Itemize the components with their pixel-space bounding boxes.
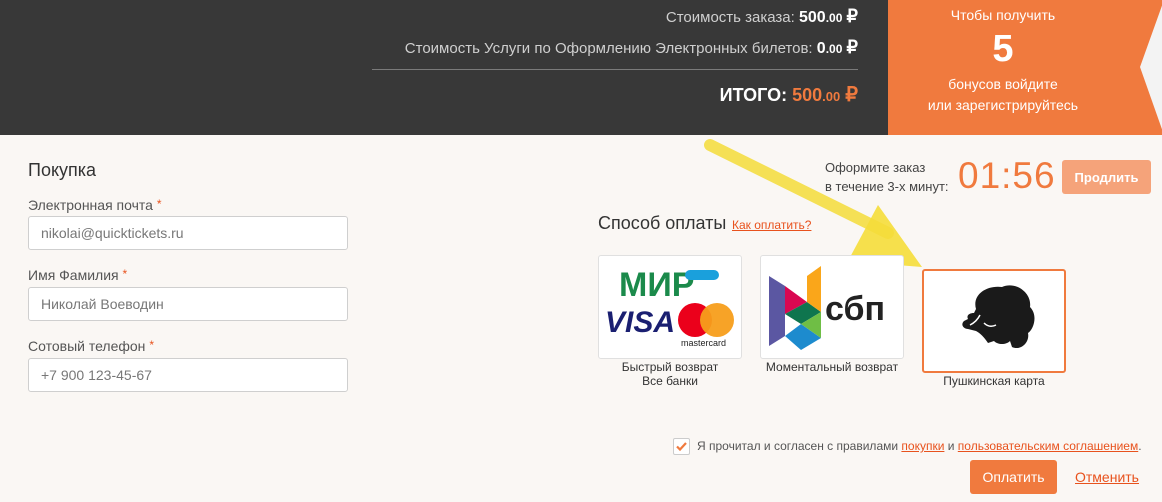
total-amount: 500.00 (792, 85, 841, 105)
required-mark: * (149, 338, 154, 352)
agreement-text: Я прочитал и согласен с правилами покупк… (697, 439, 1142, 453)
ruble-sign: ₽ (846, 6, 858, 26)
email-label: Электронная почта * (28, 197, 162, 213)
payment-method-sbp[interactable]: сбп (760, 255, 904, 359)
payment-title: Способ оплаты (598, 213, 727, 233)
name-field[interactable] (28, 287, 348, 321)
total-label: ИТОГО: (719, 85, 788, 105)
bonus-text-bottom: бонусов войдите или зарегистрируйтесь (927, 76, 1079, 113)
name-label: Имя Фамилия * (28, 267, 128, 283)
payment-method-pushkin-label: Пушкинская карта (943, 374, 1045, 388)
pay-button[interactable]: Оплатить (970, 460, 1057, 494)
payment-method-cards-label: Быстрый возврат Все банки (621, 360, 719, 388)
total-row: ИТОГО: 500.00 ₽ (720, 82, 858, 107)
bonus-text-top: Чтобы получить (950, 7, 1056, 23)
ruble-sign: ₽ (846, 37, 858, 57)
purchase-title: Покупка (28, 160, 97, 180)
payment-method-sbp-label: Моментальный возврат (765, 360, 899, 374)
pushkin-portrait-icon (962, 285, 1035, 349)
service-cost-label: Стоимость Услуги по Оформлению Электронн… (404, 40, 813, 57)
user-agreement-link[interactable]: пользовательским соглашением (958, 439, 1138, 453)
svg-text:mastercard: mastercard (681, 338, 726, 348)
required-mark: * (156, 197, 162, 211)
order-cost-row: Стоимость заказа: 500.00 ₽ (666, 6, 858, 27)
email-field[interactable] (28, 216, 348, 250)
required-mark: * (122, 267, 128, 281)
bonus-promo[interactable]: Чтобы получить 5 бонусов войдите или зар… (888, 0, 1162, 135)
ruble-sign: ₽ (845, 84, 858, 106)
mir-visa-mastercard-logo: МИР VISA mastercard (605, 266, 734, 348)
payment-method-pushkin[interactable] (922, 269, 1066, 373)
cancel-link[interactable]: Отменить (1075, 469, 1139, 485)
how-to-pay-link[interactable]: Как оплатить? (732, 218, 811, 232)
svg-text:МИР: МИР (619, 266, 694, 304)
phone-field[interactable] (28, 358, 348, 392)
svg-text:VISA: VISA (605, 306, 675, 339)
order-cost-label: Стоимость заказа: (665, 9, 795, 26)
payment-method-cards[interactable]: МИР VISA mastercard (598, 255, 742, 359)
sbp-logo: сбп (769, 266, 885, 350)
order-cost-amount: 500.00 (798, 9, 843, 26)
checkmark-icon (676, 442, 687, 452)
service-cost-amount: 0.00 (816, 40, 843, 57)
bonus-notch (1140, 0, 1162, 135)
phone-label: Сотовый телефон * (28, 338, 154, 354)
agreement-checkbox[interactable] (673, 438, 690, 455)
service-cost-row: Стоимость Услуги по Оформлению Электронн… (405, 37, 858, 58)
bonus-number: 5 (992, 28, 1014, 70)
summary-divider (372, 69, 858, 70)
purchase-rules-link[interactable]: покупки (901, 439, 944, 453)
svg-text:сбп: сбп (825, 290, 885, 328)
order-summary: Стоимость заказа: 500.00 ₽ Стоимость Усл… (0, 0, 888, 135)
